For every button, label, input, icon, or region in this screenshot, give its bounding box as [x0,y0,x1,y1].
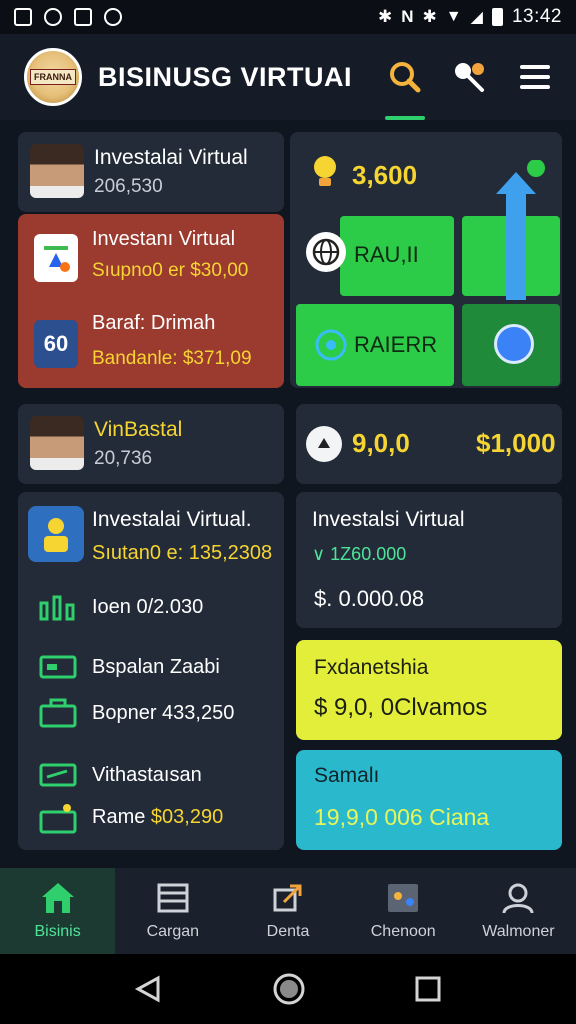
trophy-icon [28,506,84,562]
nav-item-walmoner[interactable]: Walmoner [461,868,576,954]
red-item1-sub: Sıupno0 er $30,00 [92,260,249,281]
card-icon [38,762,78,788]
home-circle-icon[interactable] [272,972,306,1006]
coin-icon [306,426,342,462]
nav-label: Chenoon [370,923,436,940]
nav-item-chenoon[interactable]: Chenoon [346,868,461,954]
cyan-stat-card[interactable]: Samalı 19,9,0 006 Ciana [296,750,562,850]
yellow-card-value: $ 9,0, 0Clvamos [314,694,488,721]
investment-card[interactable]: Investalsi Virtual ∨ 1Z60.000 $. 0.000.0… [296,492,562,628]
wifi-icon: ▼ [445,8,462,25]
gallery-icon [74,8,92,26]
cyan-card-title: Samalı [314,764,380,787]
list-title: Investalai Virtual. [92,508,252,531]
chart-icon [38,592,78,622]
tile-rau-label: RAU,II [354,242,419,267]
balance-right: $1,000 [476,428,556,458]
app-title: BISINUSG VIRTUAI [98,61,353,92]
square-icon [14,8,32,26]
red-summary-card[interactable]: Investanı Virtual Sıupno0 er $30,00 60 B… [18,214,284,388]
red-item1-title: Investanı Virtual [92,228,236,250]
avatar [30,416,84,470]
nav-label: Denta [266,923,310,940]
nav-label: Walmoner [482,923,555,940]
nav-item-bisinis[interactable]: Bisinis [0,868,116,954]
status-bar: ✱ N ✱ ▼ ◢ 13:42 [0,0,576,34]
key-button[interactable] [437,34,501,120]
hamburger-icon [520,65,550,89]
chat-icon [104,8,122,26]
investment-list-card[interactable]: Investalai Virtual. Sıutan0 e: 135,2308 … [18,492,284,850]
system-nav-bar [0,954,576,1024]
investor-card-1[interactable]: Investalai Virtual 206,530 [18,132,284,212]
list-row-1: Ioen 0/2.030 [92,596,204,618]
home-icon [39,881,77,915]
yellow-card-title: Fxdanetshia [314,656,429,679]
alarm-icon [44,8,62,26]
up-arrow-icon [496,160,545,300]
nav-item-cargan[interactable]: Cargan [115,868,230,954]
yellow-stat-card[interactable]: Fxdanetshia $ 9,0, 0Clvamos [296,640,562,740]
list-row-5-label: Rame [92,806,146,828]
investment-amount: $. 0.000.08 [314,586,425,611]
menu-button[interactable] [503,34,567,120]
balance-left: 9,0,0 [352,428,410,458]
investor-card-2[interactable]: VinBastal 20,736 [18,404,284,484]
app-logo[interactable]: FRANNA [24,48,82,106]
list-row-5-value: $03,290 [150,806,224,828]
board-icon [384,881,422,915]
avatar [30,144,84,198]
investment-title: Investalsi Virtual [312,508,465,531]
battery-icon [491,8,503,26]
red-item2-sub: Bandanle: $371,09 [92,348,252,369]
nav-label: Bisinis [34,923,81,940]
search-button[interactable] [373,34,437,120]
document-icon [34,234,78,282]
signal-icon: ◢ [470,9,483,26]
tile-shield[interactable] [462,304,560,386]
gift-icon [38,802,78,834]
growth-amount: 3,600 [352,160,418,190]
vibrate-icon: ✱ [422,7,437,26]
investor-name: VinBastal [94,418,183,441]
balance-card[interactable]: 9,0,0 $1,000 [296,404,562,484]
register-icon [38,698,78,728]
list-sub: Sıutan0 e: 135,2308 [92,542,273,564]
list-icon [154,881,192,915]
lightbulb-icon [308,152,342,192]
list-row-4: Vithastaısan [92,764,202,786]
logo-text: FRANNA [30,69,76,85]
investor-value: 20,736 [94,448,153,469]
cyan-card-value: 19,9,0 006 Ciana [314,804,490,830]
back-icon[interactable] [134,974,164,1004]
investor-name: Investalai Virtual [94,146,248,169]
tile-raierr[interactable]: RAIERR [296,304,454,386]
network-icon [312,326,350,364]
list-row-3: Bopner 433,250 [92,702,235,724]
bluetooth-icon: ✱ [378,7,393,26]
shield-icon [494,324,534,364]
investor-value: 206,530 [94,176,163,197]
user-icon [499,881,537,915]
investment-change: ∨ 1Z60.000 [312,544,407,564]
app-header: FRANNA BISINUSG VIRTUAI [0,34,576,120]
tile-raierr-label: RAIERR [354,332,438,357]
globe-icon [306,232,346,272]
list-row-5: Rame $03,290 [92,806,223,829]
share-icon [269,881,307,915]
recents-icon[interactable] [414,975,442,1003]
search-icon [390,62,421,93]
nav-item-denta[interactable]: Denta [230,868,345,954]
nfc-icon: N [401,7,414,26]
growth-card[interactable]: 3,600 RAU,II RAIERR [290,132,562,388]
key-icon [455,63,484,92]
tile-rau[interactable]: RAU,II [340,216,454,296]
red-item2-title: Baraf: Drimah [92,312,216,334]
list-row-2: Bspalan Zaabi [92,656,220,678]
bottom-nav: Bisinis Cargan Denta Chenoon Walmoner [0,868,576,954]
nav-label: Cargan [146,923,200,940]
wallet-icon [38,652,78,682]
clock: 13:42 [511,6,562,27]
calendar-icon: 60 [34,320,78,368]
